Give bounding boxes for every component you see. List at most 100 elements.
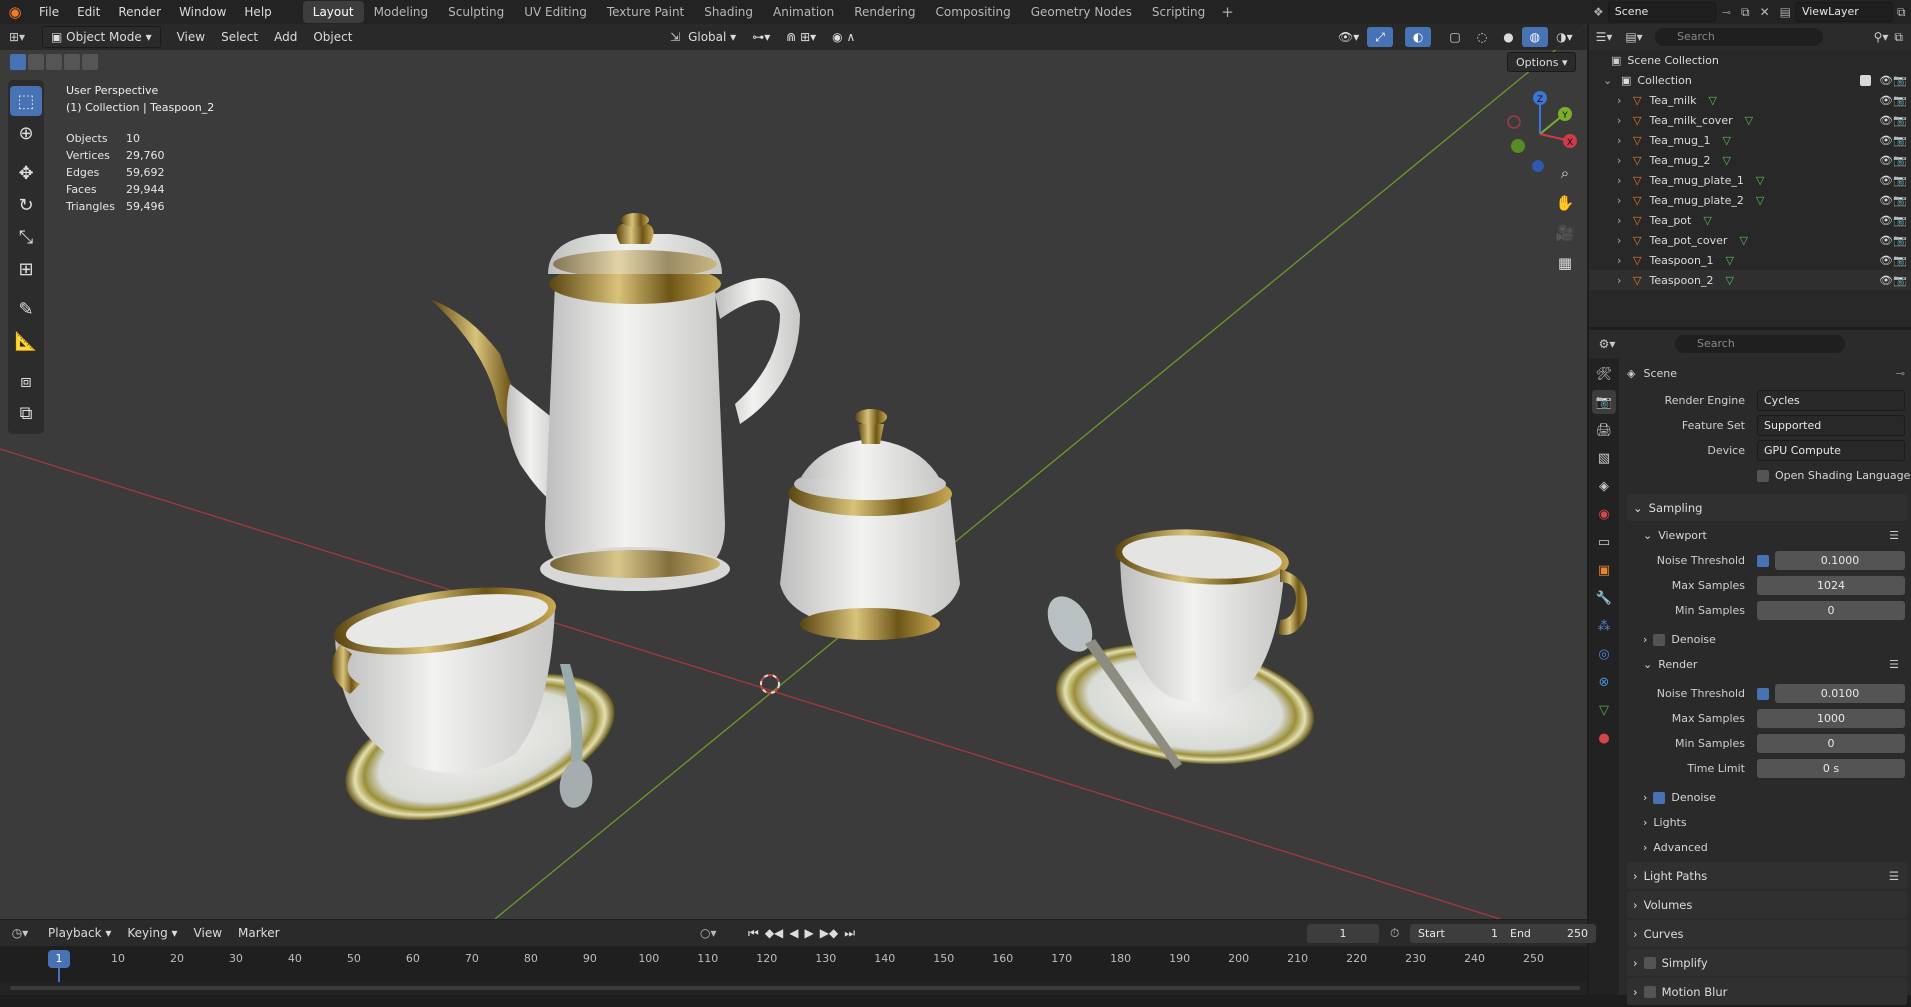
- new-viewlayer-icon[interactable]: ⧉: [1893, 5, 1910, 20]
- properties-editor-icon[interactable]: ⚙▾: [1589, 337, 1625, 351]
- outliner-object-row[interactable]: › ▽ Tea_pot ▽ 👁 📷: [1589, 210, 1911, 230]
- outliner-object-row[interactable]: › ▽ Tea_pot_cover ▽ 👁 📷: [1589, 230, 1911, 250]
- render-camera-icon[interactable]: 📷: [1893, 194, 1907, 207]
- visibility-eye-icon[interactable]: 👁: [1879, 134, 1893, 147]
- expand-icon[interactable]: ›: [1617, 234, 1629, 247]
- visibility-eye-icon[interactable]: 👁: [1879, 174, 1893, 187]
- include-checkbox[interactable]: [1860, 74, 1871, 86]
- scene-icon[interactable]: ❖: [1589, 5, 1608, 19]
- visibility-eye-icon[interactable]: 👁: [1879, 114, 1893, 127]
- presets-list-icon[interactable]: ☰: [1889, 869, 1899, 883]
- visibility-eye-icon[interactable]: 👁: [1879, 234, 1893, 247]
- light-paths-panel-header[interactable]: › Light Paths ☰: [1627, 862, 1907, 889]
- viewlayer-selector[interactable]: ViewLayer: [1794, 2, 1893, 22]
- jump-keyframe-forward-icon[interactable]: ▶◆: [820, 926, 838, 941]
- timeline-view-menu[interactable]: View: [186, 923, 230, 943]
- select-new-icon[interactable]: [10, 54, 26, 70]
- menu-add[interactable]: Add: [266, 27, 305, 47]
- object-mode-dropdown[interactable]: ▣ Object Mode ▾: [42, 26, 161, 48]
- menu-edit[interactable]: Edit: [68, 0, 109, 24]
- pan-hand-icon[interactable]: ✋: [1552, 194, 1578, 224]
- render-camera-icon[interactable]: 📷: [1893, 134, 1907, 147]
- delete-scene-icon[interactable]: ✕: [1754, 5, 1776, 19]
- visibility-icon[interactable]: 👁▾: [1330, 27, 1367, 47]
- mesh-data-icon[interactable]: ▽: [1756, 174, 1764, 187]
- camera-view-icon[interactable]: 🎥: [1552, 224, 1578, 254]
- proportional-edit-icon[interactable]: ◉ ∧: [824, 27, 863, 47]
- scale-icon[interactable]: ⤡: [10, 222, 42, 252]
- add-workspace-icon[interactable]: +: [1215, 3, 1240, 21]
- tab-sculpting[interactable]: Sculpting: [438, 1, 514, 23]
- display-mode-icon[interactable]: ▤▾: [1619, 30, 1649, 44]
- outliner-object-row[interactable]: › ▽ Tea_milk_cover ▽ 👁 📷: [1589, 110, 1911, 130]
- expand-icon[interactable]: ›: [1617, 254, 1629, 267]
- expand-icon[interactable]: ›: [1617, 274, 1629, 287]
- transform-icon[interactable]: ⊞: [10, 254, 42, 284]
- menu-select[interactable]: Select: [213, 27, 266, 47]
- measure-icon[interactable]: 📐: [10, 326, 42, 356]
- modifiers-tab-icon[interactable]: 🔧: [1592, 586, 1616, 610]
- tab-shading[interactable]: Shading: [694, 1, 763, 23]
- tab-uv-editing[interactable]: UV Editing: [514, 1, 597, 23]
- r-noise-threshold-field[interactable]: 0.0100: [1775, 684, 1905, 703]
- r-denoise-checkbox[interactable]: [1653, 791, 1666, 804]
- output-tab-icon[interactable]: 🖨: [1592, 418, 1616, 442]
- outliner-object-row[interactable]: › ▽ Tea_mug_plate_2 ▽ 👁 📷: [1589, 190, 1911, 210]
- annotate-icon[interactable]: ✎: [10, 294, 42, 324]
- r-max-samples-field[interactable]: 1000: [1757, 709, 1905, 728]
- visibility-eye-icon[interactable]: 👁: [1879, 74, 1893, 87]
- snap-icon[interactable]: ⋒ ⊞▾: [778, 27, 824, 47]
- tab-animation[interactable]: Animation: [763, 1, 844, 23]
- move-icon[interactable]: ✥: [10, 158, 42, 188]
- current-frame-field[interactable]: 1: [1307, 923, 1379, 943]
- viewport-subpanel-header[interactable]: ⌄ Viewport ☰: [1623, 523, 1911, 548]
- select-invert-icon[interactable]: [64, 54, 80, 70]
- expand-icon[interactable]: ›: [1617, 194, 1629, 207]
- playback-menu[interactable]: Playback ▾: [40, 923, 119, 943]
- ortho-grid-icon[interactable]: ▦: [1552, 254, 1578, 284]
- new-collection-icon[interactable]: ⧉: [1894, 30, 1911, 45]
- r-time-limit-field[interactable]: 0 s: [1757, 759, 1905, 778]
- vp-denoise-checkbox[interactable]: [1653, 633, 1666, 646]
- vp-max-samples-field[interactable]: 1024: [1757, 576, 1905, 595]
- play-reverse-icon[interactable]: ◀: [789, 926, 798, 941]
- expand-icon[interactable]: ›: [1617, 134, 1629, 147]
- overlays-toggle-icon[interactable]: ◐: [1404, 27, 1432, 47]
- vp-noise-threshold-field[interactable]: 0.1000: [1775, 551, 1905, 570]
- visibility-eye-icon[interactable]: 👁: [1879, 274, 1893, 287]
- advanced-subpanel-header[interactable]: › Advanced: [1623, 835, 1911, 860]
- expand-icon[interactable]: ›: [1617, 214, 1629, 227]
- rotate-icon[interactable]: ↻: [10, 190, 42, 220]
- auto-keying-icon[interactable]: ○▾: [700, 926, 717, 940]
- shading-material-icon[interactable]: ◍: [1521, 27, 1549, 47]
- feature-set-dropdown[interactable]: Supported: [1757, 415, 1905, 436]
- visibility-eye-icon[interactable]: 👁: [1879, 154, 1893, 167]
- menu-render[interactable]: Render: [109, 0, 170, 24]
- simplify-panel-header[interactable]: › Simplify: [1627, 949, 1907, 976]
- pivot-point-icon[interactable]: ⊶▾: [744, 27, 778, 47]
- menu-help[interactable]: Help: [235, 0, 280, 24]
- mesh-data-icon[interactable]: ▽: [1725, 254, 1733, 267]
- render-camera-icon[interactable]: 📷: [1893, 274, 1907, 287]
- visibility-eye-icon[interactable]: 👁: [1879, 214, 1893, 227]
- render-camera-icon[interactable]: 📷: [1893, 174, 1907, 187]
- transform-orientation-dropdown[interactable]: Global ▾: [680, 27, 744, 47]
- outliner-editor-icon[interactable]: ☰▾: [1589, 30, 1619, 44]
- add-object-icon[interactable]: ⧉: [10, 398, 42, 428]
- expand-icon[interactable]: ›: [1617, 154, 1629, 167]
- visibility-eye-icon[interactable]: 👁: [1879, 194, 1893, 207]
- mesh-data-icon[interactable]: ▽: [1709, 94, 1717, 107]
- osl-checkbox[interactable]: [1757, 469, 1769, 482]
- render-engine-dropdown[interactable]: Cycles: [1757, 390, 1905, 411]
- pin-icon[interactable]: ⊸: [1716, 6, 1737, 19]
- mesh-data-icon[interactable]: ▽: [1725, 274, 1733, 287]
- visibility-eye-icon[interactable]: 👁: [1879, 254, 1893, 267]
- editor-type-icon[interactable]: ⊞▾: [0, 30, 34, 44]
- xray-icon[interactable]: ▢: [1441, 27, 1468, 47]
- render-subpanel-header[interactable]: ⌄ Render ☰: [1623, 652, 1911, 677]
- options-dropdown[interactable]: Options ▾: [1507, 52, 1577, 72]
- preview-range-icon[interactable]: ⏱: [1390, 926, 1399, 941]
- menu-view[interactable]: View: [169, 27, 213, 47]
- render-camera-icon[interactable]: 📷: [1893, 214, 1907, 227]
- world-tab-icon[interactable]: ◉: [1592, 502, 1616, 526]
